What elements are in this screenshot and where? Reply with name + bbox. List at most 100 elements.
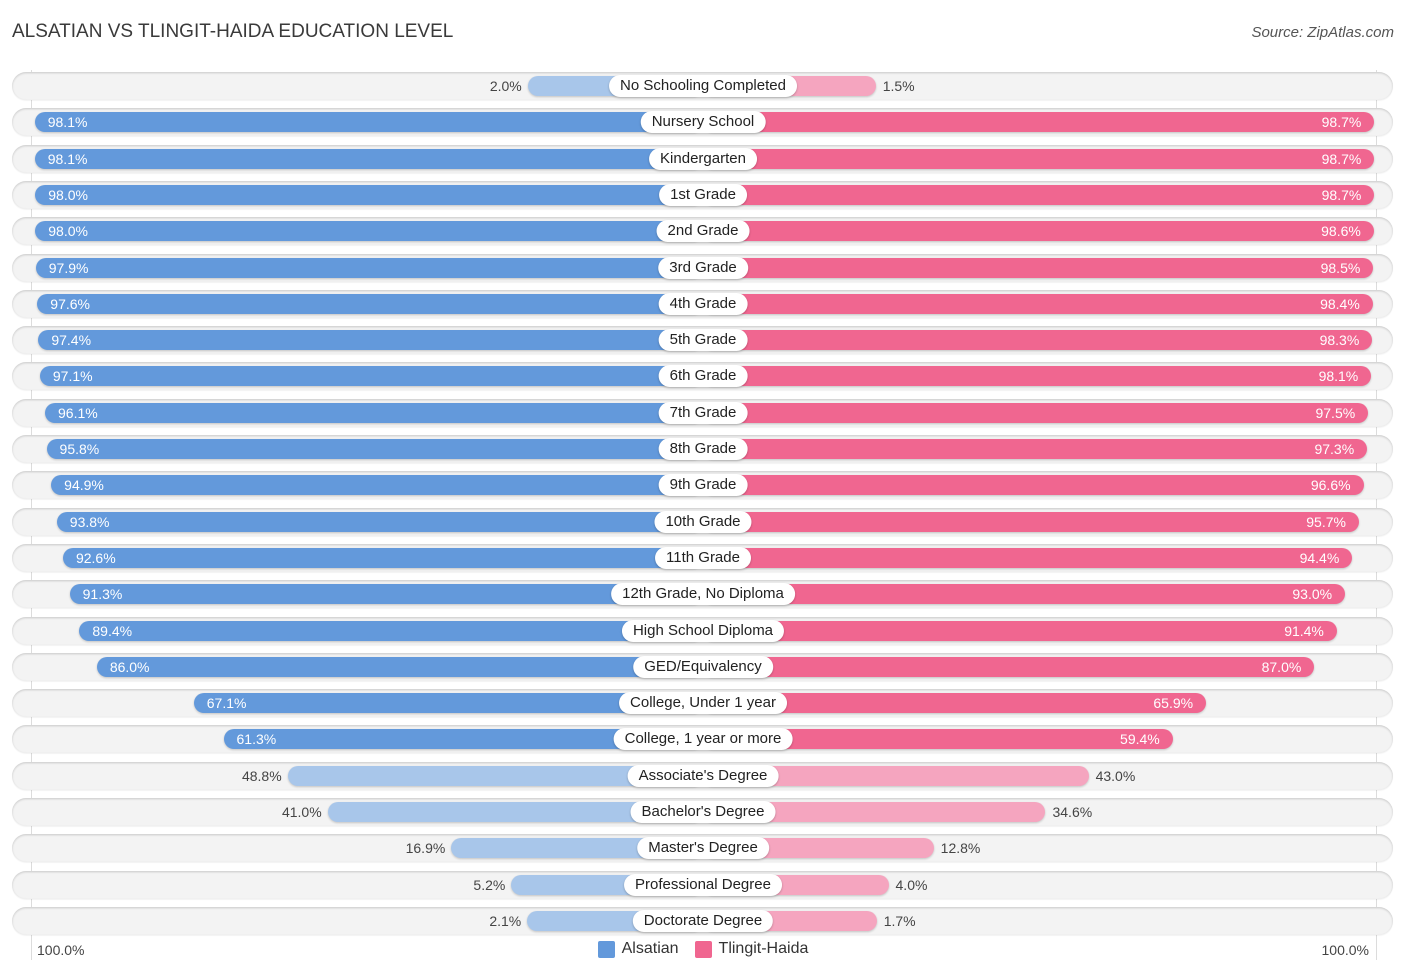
bar-alsatian-10th-grade[interactable]	[56, 511, 703, 532]
category-label-4th-grade: 4th Grade	[658, 292, 748, 315]
value-label-tlingit-haida-college-under-1-year: 65.9%	[1153, 695, 1194, 712]
value-label-tlingit-haida-master-s-degree: 12.8%	[940, 840, 981, 857]
bar-tlingit-haida-11th-grade[interactable]	[703, 547, 1353, 568]
category-label-11th-grade: 11th Grade	[655, 546, 751, 569]
bar-tlingit-haida-ged-equivalency[interactable]	[703, 656, 1315, 677]
value-label-alsatian-2nd-grade: 98.0%	[48, 223, 88, 240]
value-label-tlingit-haida-9th-grade: 96.6%	[1310, 477, 1351, 494]
legend-item-tlingit-haida[interactable]: Tlingit-Haida	[694, 940, 809, 958]
bar-alsatian-8th-grade[interactable]	[46, 439, 703, 459]
bar-tlingit-haida-5th-grade[interactable]	[703, 330, 1373, 351]
category-label-doctorate-degree: Doctorate Degree	[632, 909, 774, 932]
value-label-tlingit-haida-6th-grade: 98.1%	[1318, 368, 1359, 385]
value-label-alsatian-master-s-degree: 16.9%	[405, 840, 446, 857]
category-label-12th-grade-no-diploma: 12th Grade, No Diploma	[611, 583, 795, 606]
value-label-alsatian-professional-degree: 5.2%	[473, 876, 506, 893]
value-label-alsatian-doctorate-degree: 2.1%	[489, 912, 522, 929]
category-label-9th-grade: 9th Grade	[658, 474, 748, 497]
value-label-alsatian-9th-grade: 94.9%	[64, 477, 104, 494]
category-label-8th-grade: 8th Grade	[658, 438, 748, 460]
value-label-tlingit-haida-2nd-grade: 98.6%	[1321, 223, 1361, 240]
value-label-alsatian-12th-grade-no-diploma: 91.3%	[82, 586, 123, 603]
value-label-alsatian-bachelor-s-degree: 41.0%	[281, 804, 322, 820]
diverging-bar-chart: 2.0% 1.5% No Schooling Completed 98.1% 98.7%…	[0, 0, 1406, 975]
category-label-3rd-grade: 3rd Grade	[658, 256, 748, 279]
value-label-alsatian-8th-grade: 95.8%	[59, 441, 100, 457]
category-label-7th-grade: 7th Grade	[658, 401, 748, 424]
value-label-tlingit-haida-associate-s-degree: 43.0%	[1095, 767, 1136, 784]
category-label-college-1-year-or-more: College, 1 year or more	[613, 728, 793, 751]
bar-tlingit-haida-9th-grade[interactable]	[703, 475, 1364, 496]
bar-tlingit-haida-10th-grade[interactable]	[703, 511, 1359, 532]
category-label-master-s-degree: Master's Degree	[637, 837, 769, 860]
value-label-tlingit-haida-10th-grade: 95.7%	[1306, 513, 1346, 530]
value-label-alsatian-college-under-1-year: 67.1%	[206, 695, 247, 712]
bar-tlingit-haida-8th-grade[interactable]	[703, 439, 1368, 459]
value-label-alsatian-4th-grade: 97.6%	[50, 295, 90, 312]
bar-alsatian-12th-grade-no-diploma[interactable]	[69, 584, 703, 605]
category-label-ged-equivalency: GED/Equivalency	[633, 655, 773, 678]
bar-alsatian-nursery-school[interactable]	[34, 112, 703, 133]
category-label-6th-grade: 6th Grade	[658, 365, 748, 388]
value-label-alsatian-associate-s-degree: 48.8%	[241, 767, 282, 784]
value-label-alsatian-10th-grade: 93.8%	[69, 513, 110, 530]
value-label-tlingit-haida-4th-grade: 98.4%	[1320, 295, 1360, 312]
bar-tlingit-haida-3rd-grade[interactable]	[703, 257, 1374, 278]
bar-alsatian-6th-grade[interactable]	[39, 366, 703, 387]
bar-tlingit-haida-12th-grade-no-diploma[interactable]	[703, 584, 1346, 605]
bar-alsatian-2nd-grade[interactable]	[35, 221, 703, 242]
bar-alsatian-1st-grade[interactable]	[35, 184, 703, 205]
bar-tlingit-haida-kindergarten[interactable]	[703, 148, 1375, 169]
legend-label-tlingit-haida: Tlingit-Haida	[718, 940, 809, 957]
bar-alsatian-5th-grade[interactable]	[38, 330, 703, 351]
category-label-kindergarten: Kindergarten	[649, 147, 757, 170]
value-label-alsatian-5th-grade: 97.4%	[51, 332, 92, 349]
category-label-college-under-1-year: College, Under 1 year	[619, 692, 787, 715]
category-label-2nd-grade: 2nd Grade	[656, 220, 750, 243]
bar-tlingit-haida-1st-grade[interactable]	[703, 184, 1375, 205]
bar-alsatian-kindergarten[interactable]	[34, 148, 703, 169]
value-label-tlingit-haida-11th-grade: 94.4%	[1299, 549, 1340, 566]
bar-alsatian-4th-grade[interactable]	[37, 293, 703, 314]
value-label-tlingit-haida-5th-grade: 98.3%	[1319, 332, 1360, 349]
category-label-professional-degree: Professional Degree	[624, 873, 782, 896]
value-label-alsatian-no-schooling-completed: 2.0%	[489, 78, 522, 94]
value-label-tlingit-haida-doctorate-degree: 1.7%	[883, 912, 916, 929]
value-label-tlingit-haida-college-1-year-or-more: 59.4%	[1120, 731, 1160, 748]
bar-alsatian-ged-equivalency[interactable]	[96, 656, 703, 677]
value-label-tlingit-haida-professional-degree: 4.0%	[895, 876, 928, 893]
bar-alsatian-11th-grade[interactable]	[62, 547, 703, 568]
bar-tlingit-haida-high-school-diploma[interactable]	[703, 620, 1337, 641]
bar-alsatian-3rd-grade[interactable]	[35, 257, 703, 278]
value-label-tlingit-haida-12th-grade-no-diploma: 93.0%	[1292, 586, 1333, 603]
legend-label-alsatian: Alsatian	[621, 940, 679, 957]
value-label-tlingit-haida-1st-grade: 98.7%	[1321, 186, 1362, 203]
value-label-tlingit-haida-8th-grade: 97.3%	[1314, 441, 1355, 457]
category-label-10th-grade: 10th Grade	[654, 510, 752, 533]
value-label-tlingit-haida-kindergarten: 98.7%	[1321, 150, 1362, 167]
bar-alsatian-9th-grade[interactable]	[51, 475, 703, 496]
value-label-alsatian-6th-grade: 97.1%	[52, 368, 93, 385]
category-label-bachelor-s-degree: Bachelor's Degree	[630, 801, 776, 823]
legend-item-alsatian[interactable]: Alsatian	[597, 940, 679, 958]
category-label-no-schooling-completed: No Schooling Completed	[609, 75, 797, 97]
value-label-alsatian-11th-grade: 92.6%	[75, 549, 116, 566]
value-label-alsatian-college-1-year-or-more: 61.3%	[236, 731, 277, 748]
value-label-alsatian-3rd-grade: 97.9%	[48, 259, 89, 276]
value-label-alsatian-7th-grade: 96.1%	[58, 404, 98, 421]
category-label-5th-grade: 5th Grade	[658, 329, 748, 352]
value-label-tlingit-haida-ged-equivalency: 87.0%	[1261, 658, 1302, 675]
bar-tlingit-haida-2nd-grade[interactable]	[703, 221, 1374, 242]
value-label-alsatian-ged-equivalency: 86.0%	[109, 658, 150, 675]
value-label-alsatian-high-school-diploma: 89.4%	[92, 622, 133, 639]
bar-tlingit-haida-6th-grade[interactable]	[703, 366, 1372, 387]
legend: Alsatian Tlingit-Haida	[0, 940, 1406, 958]
bar-tlingit-haida-7th-grade[interactable]	[703, 402, 1369, 423]
legend-swatch-alsatian	[597, 940, 615, 958]
bar-tlingit-haida-4th-grade[interactable]	[703, 293, 1373, 314]
bar-tlingit-haida-nursery-school[interactable]	[703, 112, 1375, 133]
bar-alsatian-7th-grade[interactable]	[45, 402, 703, 423]
value-label-alsatian-nursery-school: 98.1%	[47, 114, 88, 131]
bar-alsatian-high-school-diploma[interactable]	[79, 620, 703, 641]
category-label-1st-grade: 1st Grade	[659, 183, 747, 206]
